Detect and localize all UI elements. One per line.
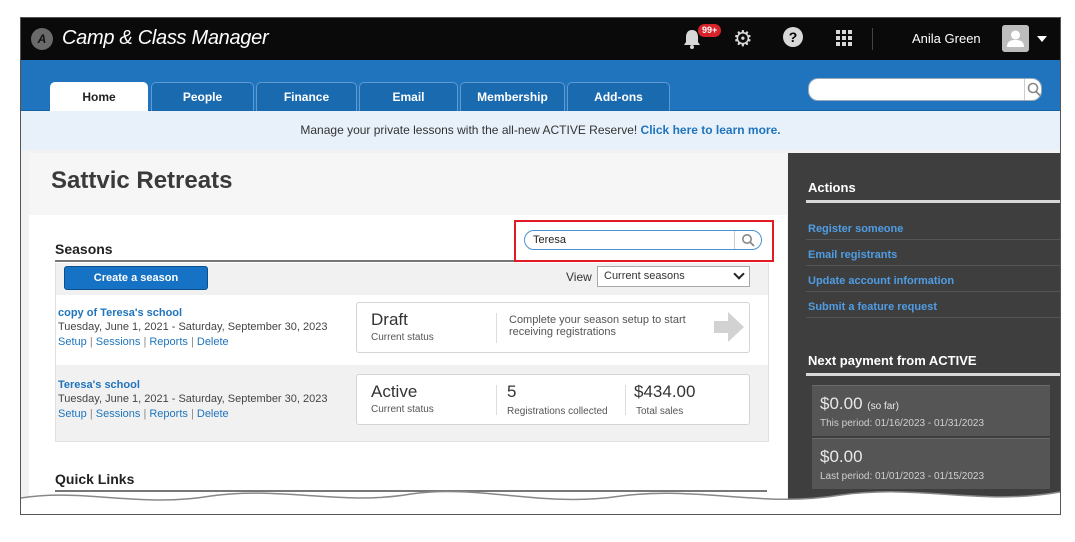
notification-badge: 99+ [698,24,722,37]
action-divider [806,265,1060,266]
status-caption: Current status [371,404,434,415]
help-icon[interactable]: ? [783,27,803,47]
card-divider [625,385,626,415]
registrations-caption: Registrations collected [507,406,608,417]
action-divider [806,239,1060,240]
tab-add-ons[interactable]: Add-ons [567,82,670,111]
action-divider [806,291,1060,292]
view-select[interactable]: Current seasons [597,266,750,287]
tab-membership[interactable]: Membership [460,82,565,111]
delete-link[interactable]: Delete [197,336,229,348]
register-someone-link[interactable]: Register someone [808,223,903,235]
tab-home[interactable]: Home [50,82,148,112]
season-status-card[interactable]: Draft Current status Complete your seaso… [356,302,750,353]
actions-heading: Actions [808,180,856,195]
total-sales: $434.00 [634,382,696,401]
delete-link[interactable]: Delete [197,408,229,420]
reports-link[interactable]: Reports [149,408,188,420]
announcement-text: Manage your private lessons with the all… [300,123,638,137]
season-dates: Tuesday, June 1, 2021 - Saturday, Septem… [58,321,328,333]
payment-amount-value: $0.00 [820,394,863,413]
app-window: A Camp & Class Manager 99+ ⚙ ? Anila Gre… [20,17,1061,515]
tab-finance[interactable]: Finance [256,82,357,111]
payment-period: Last period: 01/01/2023 - 01/15/2023 [820,471,985,482]
page-title: Sattvic Retreats [51,167,233,194]
main-navigation: Home People Finance Email Membership Add… [21,60,1060,112]
season-actions: Setup | Sessions | Reports | Delete [58,336,229,348]
seasons-panel: Seasons Create a season View Current sea… [29,215,787,514]
payment-divider [806,373,1060,376]
status-caption: Current status [371,332,434,343]
torn-edge [21,490,1060,514]
quick-links-heading: Quick Links [55,471,135,487]
payment-amount: $0.00 (so far) [820,394,899,414]
setup-link[interactable]: Setup [58,336,87,348]
top-bar-divider [872,28,873,50]
user-menu-chevron-down-icon[interactable] [1037,36,1047,42]
seasons-heading: Seasons [55,241,113,257]
main-content: Sattvic Retreats Seasons Create a season… [29,153,787,514]
status-value: Draft [371,310,408,329]
registrations-count: 5 [507,382,517,401]
status-value: Active [371,382,418,401]
payment-card: $0.00 Last period: 01/01/2023 - 01/15/20… [812,438,1050,489]
seasons-list: Create a season View Current seasons cop… [55,263,769,442]
payment-note: (so far) [867,401,899,412]
season-search-input[interactable] [524,230,762,250]
gear-icon[interactable]: ⚙ [733,26,753,52]
email-registrants-link[interactable]: Email registrants [808,249,897,261]
user-avatar-icon[interactable] [1002,25,1029,52]
tab-people[interactable]: People [151,82,254,111]
setup-message: Complete your season setup to start rece… [509,314,686,338]
season-name-link[interactable]: copy of Teresa's school [58,307,182,319]
search-icon[interactable] [734,231,761,249]
season-search-highlight [514,220,774,262]
announcement-banner: Manage your private lessons with the all… [21,111,1060,150]
global-search-input[interactable] [808,78,1042,101]
top-bar: A Camp & Class Manager 99+ ⚙ ? Anila Gre… [21,18,1060,60]
season-row: Teresa's school Tuesday, June 1, 2021 - … [56,367,768,437]
sales-caption: Total sales [636,406,684,417]
card-divider [496,313,497,343]
payment-period: This period: 01/16/2023 - 01/31/2023 [820,418,985,429]
tab-email[interactable]: Email [359,82,458,111]
update-account-link[interactable]: Update account information [808,275,954,287]
payment-amount: $0.00 [820,447,863,467]
season-dates: Tuesday, June 1, 2021 - Saturday, Septem… [58,393,328,405]
search-icon[interactable] [1024,79,1043,100]
apps-grid-icon[interactable] [836,30,852,46]
card-divider [496,385,497,415]
feature-request-link[interactable]: Submit a feature request [808,301,937,313]
payment-card: $0.00 (so far) This period: 01/16/2023 -… [812,385,1050,436]
setup-link[interactable]: Setup [58,408,87,420]
sessions-link[interactable]: Sessions [96,336,141,348]
payment-amount-value: $0.00 [820,447,863,466]
action-divider [806,317,1060,318]
app-title: Camp & Class Manager [62,27,269,49]
right-sidebar: Actions Register someone Email registran… [788,153,1060,514]
sessions-link[interactable]: Sessions [96,408,141,420]
announcement-link[interactable]: Click here to learn more. [641,123,781,137]
season-status-card[interactable]: Active Current status 5 Registrations co… [356,374,750,425]
season-actions: Setup | Sessions | Reports | Delete [58,408,229,420]
season-name-link[interactable]: Teresa's school [58,379,140,391]
reports-link[interactable]: Reports [149,336,188,348]
arrow-right-icon[interactable] [712,309,746,345]
view-select-value: Current seasons [604,270,685,282]
create-season-button[interactable]: Create a season [64,266,208,290]
active-logo[interactable]: A [31,28,53,50]
actions-divider [806,200,1060,203]
user-name[interactable]: Anila Green [912,31,981,46]
view-label: View [566,270,592,284]
chevron-down-icon [733,268,745,280]
season-row: copy of Teresa's school Tuesday, June 1,… [56,295,768,365]
payment-heading: Next payment from ACTIVE [808,353,977,368]
